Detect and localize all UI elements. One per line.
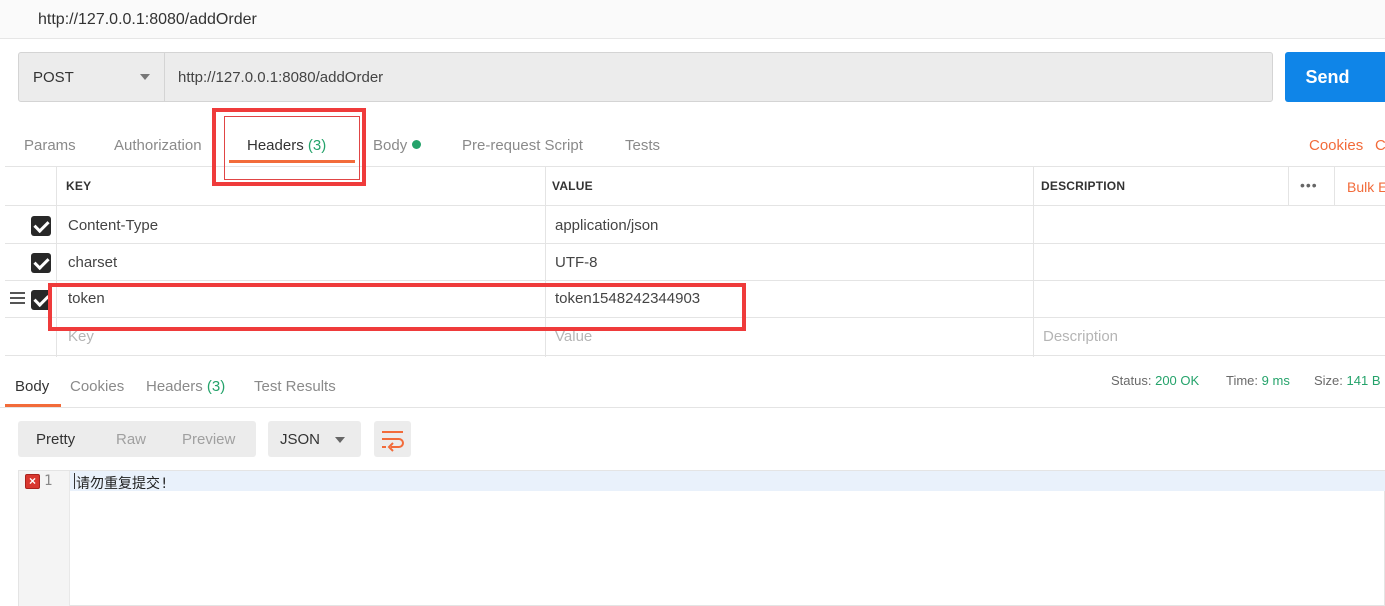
response-size: Size: 141 B [1314,373,1385,388]
request-bar: POST http://127.0.0.1:8080/addOrder [18,52,1273,102]
code-link[interactable]: Code [1375,137,1385,154]
headers-table: KEY VALUE DESCRIPTION ••• Bulk Edit Cont… [5,166,1385,357]
response-tab-test-results[interactable]: Test Results [254,378,336,395]
header-value-cell[interactable]: token1548242344903 [555,290,700,307]
format-value: JSON [280,431,321,448]
header-key-cell[interactable]: charset [68,254,117,271]
active-tab-underline [229,160,355,163]
table-row: token token1548242344903 [5,281,1385,318]
body-indicator-dot-icon [412,140,422,149]
new-description-input[interactable]: Description [1043,328,1118,345]
response-active-tab-underline [5,404,61,407]
response-body-text: 请勿重复提交! [76,476,169,492]
method-select[interactable]: POST [19,53,165,101]
table-header-row: KEY VALUE DESCRIPTION ••• Bulk Edit [5,167,1385,206]
cookies-link[interactable]: Cookies [1309,137,1363,154]
time-value: 9 ms [1261,373,1290,388]
row-enabled-checkbox[interactable] [31,253,51,273]
format-select[interactable]: JSON [268,421,361,457]
response-body-editor[interactable]: × 1 请勿重复提交! [18,470,1385,606]
tab-tests[interactable]: Tests [625,137,660,154]
tab-body-label: Body [373,137,408,154]
tab-params[interactable]: Params [24,137,76,154]
view-pretty-button[interactable]: Pretty [36,431,75,448]
chevron-down-icon [140,74,150,80]
response-status: Status: 200 OK [1111,373,1199,388]
column-header-value: VALUE [552,179,593,193]
response-tab-body[interactable]: Body [15,378,49,395]
response-tab-cookies[interactable]: Cookies [70,378,124,395]
view-preview-button[interactable]: Preview [182,431,235,448]
bulk-edit-link[interactable]: Bulk Edit [1347,179,1385,195]
table-row-new: Key Value Description [5,318,1385,355]
header-value-cell[interactable]: application/json [555,217,658,234]
column-divider [1288,167,1289,206]
tab-headers-count: (3) [307,137,327,154]
text-cursor [74,473,75,489]
header-value-cell[interactable]: UTF-8 [555,254,598,271]
response-time: Time: 9 ms [1226,373,1290,388]
method-value: POST [33,68,74,86]
wrap-lines-button[interactable] [374,421,411,457]
view-raw-button[interactable]: Raw [116,431,146,448]
time-label: Time: [1226,373,1259,388]
url-value: http://127.0.0.1:8080/addOrder [178,68,384,86]
response-view-toggle: Pretty Raw Preview [18,421,256,457]
window-title: http://127.0.0.1:8080/addOrder [38,11,257,28]
response-tab-headers-count: (3) [206,378,226,395]
column-header-description: DESCRIPTION [1041,179,1126,193]
wrap-lines-icon [382,431,404,452]
window-title-bar: http://127.0.0.1:8080/addOrder [0,0,1385,39]
url-input[interactable]: http://127.0.0.1:8080/addOrder [165,53,1272,101]
column-divider [1334,167,1335,206]
status-value: 200 OK [1155,373,1200,388]
tab-headers[interactable]: Headers (3) [247,137,326,154]
size-label: Size: [1314,373,1343,388]
column-header-key: KEY [66,179,92,193]
error-marker-icon: × [25,474,40,489]
chevron-down-icon [335,437,345,443]
editor-gutter: × 1 [19,471,70,606]
header-key-cell[interactable]: token [68,290,105,307]
more-options-icon[interactable]: ••• [1300,177,1318,193]
tab-authorization[interactable]: Authorization [114,137,202,154]
response-tab-headers[interactable]: Headers (3) [146,378,225,395]
new-key-input[interactable]: Key [68,328,94,345]
new-value-input[interactable]: Value [555,328,592,345]
tab-prerequest-script[interactable]: Pre-request Script [462,137,583,154]
size-value: 141 B [1346,373,1381,388]
table-row: Content-Type application/json [5,207,1385,244]
tab-body[interactable]: Body [373,137,422,154]
line-number: 1 [44,473,53,489]
active-line-highlight [70,471,1385,491]
send-button[interactable]: Send [1285,52,1385,102]
drag-handle-icon[interactable] [10,292,25,304]
request-tabs: Params Authorization Headers (3) Body Pr… [0,124,1385,166]
tab-headers-label: Headers [247,137,304,154]
status-label: Status: [1111,373,1152,388]
table-row: charset UTF-8 [5,244,1385,281]
row-enabled-checkbox[interactable] [31,216,51,236]
header-key-cell[interactable]: Content-Type [68,217,158,234]
response-tab-headers-label: Headers [146,378,203,395]
row-enabled-checkbox[interactable] [31,290,51,310]
